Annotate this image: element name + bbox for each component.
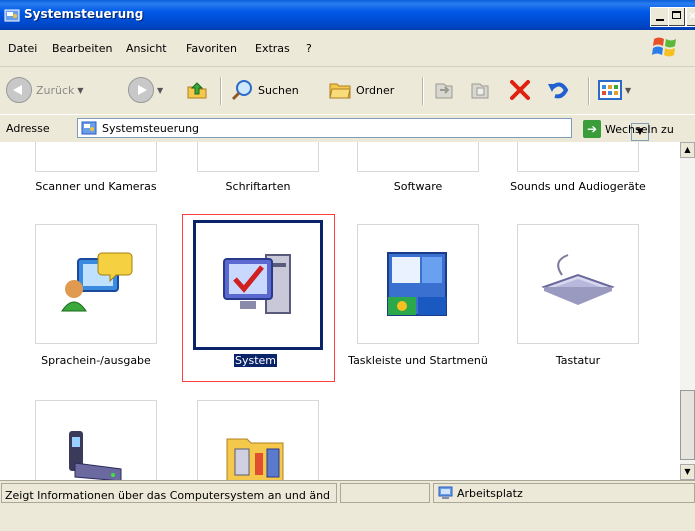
window-title: Systemsteuerung bbox=[24, 7, 144, 21]
toolbar: Zurück ▼ ▼ Suchen Ordner ▼ bbox=[0, 66, 695, 115]
tile-phone-modem[interactable] bbox=[35, 400, 157, 480]
scroll-up-button[interactable]: ▲ bbox=[680, 142, 695, 158]
folder-icon bbox=[329, 83, 351, 99]
taskbar-icon bbox=[387, 252, 447, 316]
status-panel-zone: Arbeitsplatz bbox=[433, 483, 695, 503]
go-button[interactable]: ➔ Wechseln zu bbox=[583, 119, 674, 139]
menu-favoriten[interactable]: Favoriten bbox=[186, 42, 237, 55]
folders-button[interactable]: Ordner bbox=[328, 75, 394, 105]
toolbar-separator bbox=[422, 77, 424, 105]
address-bar: Adresse Systemsteuerung ▼ ➔ Wechseln zu bbox=[0, 114, 695, 143]
status-text: Zeigt Informationen über das Computersys… bbox=[5, 489, 330, 502]
tile-keyboard[interactable] bbox=[517, 224, 639, 344]
maximize-button[interactable] bbox=[668, 7, 686, 27]
item-label[interactable]: Schriftarten bbox=[177, 180, 339, 193]
phone-modem-icon bbox=[69, 431, 122, 480]
tile-admin-tools[interactable] bbox=[197, 400, 319, 480]
status-panel-main: Zeigt Informationen über das Computersys… bbox=[1, 483, 337, 503]
forward-arrow-icon bbox=[128, 77, 154, 103]
move-to-button[interactable] bbox=[432, 75, 456, 105]
tile-scanner[interactable] bbox=[35, 142, 157, 172]
item-label[interactable]: Tastatur bbox=[497, 354, 659, 367]
close-button[interactable]: × bbox=[686, 7, 695, 27]
delete-x-icon bbox=[510, 80, 530, 100]
status-bar: Zeigt Informationen über das Computersys… bbox=[0, 480, 695, 531]
windows-logo-icon bbox=[652, 37, 676, 57]
undo-button[interactable] bbox=[546, 75, 570, 105]
scroll-down-button[interactable]: ▼ bbox=[680, 464, 695, 480]
address-value: Systemsteuerung bbox=[102, 122, 200, 135]
speech-icon bbox=[61, 252, 133, 312]
scroll-thumb[interactable] bbox=[680, 390, 695, 460]
item-label-selected[interactable]: System bbox=[234, 354, 278, 367]
item-label[interactable]: Sprachein-/ausgabe bbox=[15, 354, 177, 367]
address-label: Adresse bbox=[6, 122, 50, 135]
menu-bearbeiten[interactable]: Bearbeiten bbox=[52, 42, 112, 55]
system-icon bbox=[223, 254, 291, 314]
menu-datei[interactable]: Datei bbox=[8, 42, 37, 55]
control-panel-icon bbox=[81, 121, 97, 135]
move-to-folder-icon bbox=[435, 83, 453, 99]
toolbar-separator bbox=[588, 77, 590, 105]
admin-tools-icon bbox=[226, 438, 284, 480]
forward-button[interactable]: ▼ bbox=[128, 75, 163, 105]
chevron-down-icon: ▼ bbox=[625, 85, 632, 95]
up-folder-button[interactable] bbox=[186, 75, 208, 105]
folders-label: Ordner bbox=[356, 83, 395, 97]
delete-button[interactable] bbox=[508, 75, 532, 105]
icon-view: Scanner und Kameras Schriftarten Softwar… bbox=[0, 142, 680, 480]
tile-speech[interactable] bbox=[35, 224, 157, 344]
tile-system[interactable] bbox=[193, 220, 323, 350]
views-icon bbox=[598, 80, 622, 100]
menu-bar: Datei Bearbeiten Ansicht Favoriten Extra… bbox=[0, 30, 695, 67]
menu-extras[interactable]: Extras bbox=[255, 42, 290, 55]
control-panel-icon bbox=[4, 9, 20, 22]
chevron-down-icon: ▼ bbox=[157, 85, 164, 95]
tile-sounds[interactable] bbox=[517, 142, 639, 172]
back-label: Zurück bbox=[36, 83, 75, 97]
menu-ansicht[interactable]: Ansicht bbox=[126, 42, 167, 55]
undo-icon bbox=[548, 82, 569, 99]
chevron-down-icon: ▼ bbox=[77, 85, 84, 95]
copy-to-folder-icon bbox=[471, 83, 489, 99]
search-icon bbox=[231, 80, 252, 101]
address-field[interactable]: Systemsteuerung ▼ bbox=[77, 118, 649, 141]
go-arrow-icon: ➔ bbox=[583, 120, 601, 138]
go-label: Wechseln zu bbox=[605, 122, 674, 136]
status-zone-label: Arbeitsplatz bbox=[457, 487, 523, 500]
my-computer-icon bbox=[438, 486, 453, 499]
item-label[interactable]: Sounds und Audiogeräte bbox=[497, 180, 659, 193]
tile-fonts[interactable] bbox=[197, 142, 319, 172]
tile-software[interactable] bbox=[357, 142, 479, 172]
search-label: Suchen bbox=[258, 83, 299, 97]
keyboard-icon bbox=[541, 254, 615, 305]
item-label[interactable]: Software bbox=[337, 180, 499, 193]
title-bar[interactable]: Systemsteuerung × bbox=[0, 0, 695, 30]
search-button[interactable]: Suchen bbox=[230, 75, 299, 105]
back-button[interactable]: Zurück ▼ bbox=[6, 75, 84, 105]
menu-help[interactable]: ? bbox=[306, 42, 312, 55]
item-label[interactable]: Taskleiste und Startmenü bbox=[337, 354, 499, 367]
item-label[interactable]: Scanner und Kameras bbox=[15, 180, 177, 193]
vertical-scrollbar[interactable]: ▲ ▼ bbox=[680, 142, 695, 480]
toolbar-separator bbox=[220, 77, 222, 105]
back-arrow-icon bbox=[6, 77, 32, 103]
up-folder-icon bbox=[187, 82, 207, 99]
status-panel-empty bbox=[340, 483, 430, 503]
views-button[interactable]: ▼ bbox=[598, 75, 631, 105]
copy-to-button[interactable] bbox=[468, 75, 492, 105]
tile-taskbar[interactable] bbox=[357, 224, 479, 344]
